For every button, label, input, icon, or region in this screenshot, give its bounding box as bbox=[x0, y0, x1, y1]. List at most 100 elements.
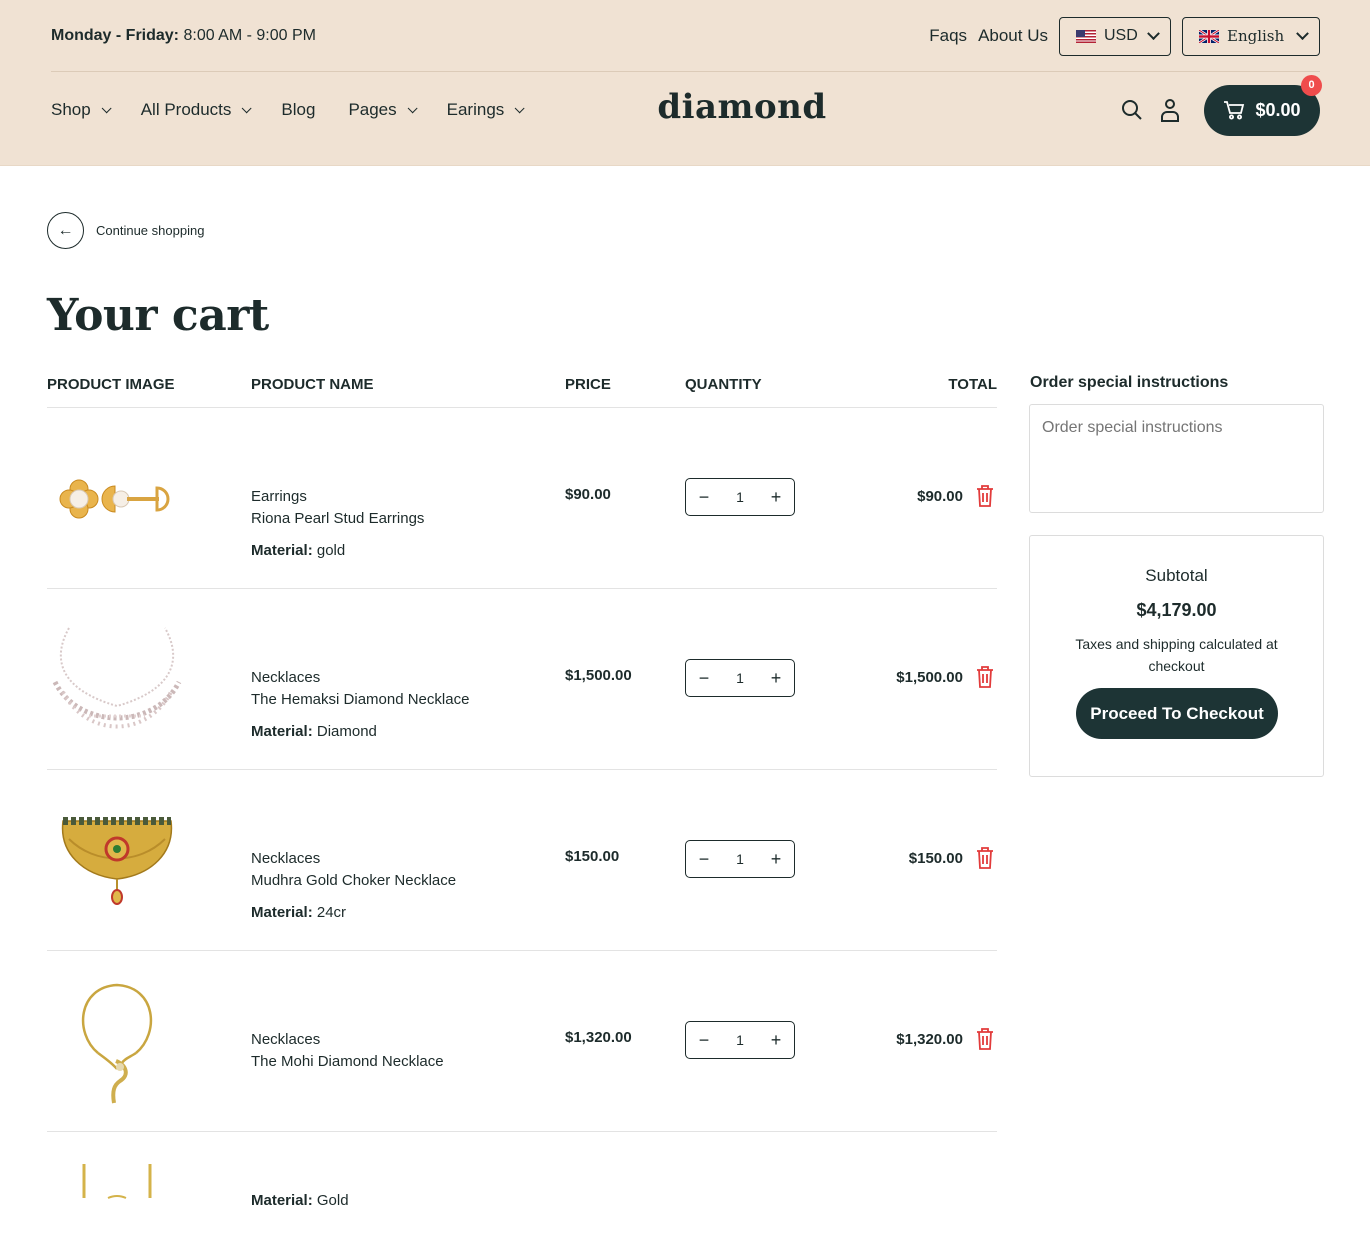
pearl-earrings-image[interactable] bbox=[47, 426, 187, 571]
product-material: Material: Diamond bbox=[251, 721, 469, 743]
tax-note: Taxes and shipping calculated at checkou… bbox=[1075, 636, 1278, 674]
column-header-name: PRODUCT NAME bbox=[251, 376, 374, 393]
product-price: $150.00 bbox=[565, 848, 620, 865]
product-info: Earrings Riona Pearl Stud Earrings Mater… bbox=[251, 486, 424, 562]
material-value: Gold bbox=[316, 1192, 349, 1209]
gold-chain-image[interactable] bbox=[47, 1162, 187, 1202]
language-selector[interactable]: English bbox=[1182, 16, 1320, 56]
quantity-value[interactable]: 1 bbox=[736, 670, 744, 686]
faqs-link[interactable]: Faqs bbox=[929, 26, 967, 46]
continue-shopping-link[interactable]: ← Continue shopping bbox=[47, 212, 204, 249]
chevron-down-icon bbox=[1147, 26, 1160, 40]
quantity-stepper: − 1 + bbox=[685, 840, 795, 878]
business-hours: Monday - Friday: 8:00 AM - 9:00 PM bbox=[51, 27, 316, 45]
cart-table-header: PRODUCT IMAGE PRODUCT NAME PRICE QUANTIT… bbox=[47, 374, 997, 408]
cart-total: $0.00 bbox=[1255, 99, 1301, 120]
site-logo[interactable]: diamond bbox=[623, 87, 861, 127]
material-label: Material: bbox=[251, 542, 313, 559]
cart-icon bbox=[1224, 101, 1245, 120]
quantity-decrease-button[interactable]: − bbox=[696, 668, 712, 689]
quantity-value[interactable]: 1 bbox=[736, 1032, 744, 1048]
top-bar-actions: Faqs About Us USD English bbox=[929, 16, 1320, 56]
trash-icon[interactable] bbox=[975, 484, 995, 508]
uk-flag-icon bbox=[1199, 29, 1219, 43]
quantity-stepper: − 1 + bbox=[685, 659, 795, 697]
quantity-increase-button[interactable]: + bbox=[768, 1030, 784, 1051]
trash-icon[interactable] bbox=[975, 665, 995, 689]
account-icon[interactable] bbox=[1158, 97, 1182, 123]
chevron-down-icon bbox=[514, 102, 525, 113]
nav-label: All Products bbox=[140, 100, 232, 119]
column-header-quantity: QUANTITY bbox=[685, 376, 762, 393]
material-value: Diamond bbox=[316, 723, 377, 740]
main-nav: Shop All Products Blog Pages Earings bbox=[51, 100, 525, 120]
quantity-decrease-button[interactable]: − bbox=[696, 1030, 712, 1051]
search-icon[interactable] bbox=[1120, 97, 1144, 123]
subtotal-value: $4,179.00 bbox=[1136, 600, 1217, 620]
quantity-value[interactable]: 1 bbox=[736, 489, 744, 505]
nav-label: Earings bbox=[446, 100, 505, 119]
hours-label: Monday - Friday: bbox=[51, 27, 180, 44]
cart-row: Necklaces The Mohi Diamond Necklace $1,3… bbox=[47, 951, 997, 1132]
product-name-link[interactable]: Mudhra Gold Choker Necklace bbox=[251, 870, 456, 892]
site-header: Monday - Friday: 8:00 AM - 9:00 PM Faqs … bbox=[0, 0, 1370, 166]
product-category: Necklaces bbox=[251, 850, 321, 867]
product-name-link[interactable]: The Hemaksi Diamond Necklace bbox=[251, 689, 469, 711]
quantity-increase-button[interactable]: + bbox=[768, 668, 784, 689]
product-category: Necklaces bbox=[251, 669, 321, 686]
gold-pendant-necklace-image[interactable] bbox=[47, 969, 187, 1114]
cart-row: Material: Gold bbox=[47, 1132, 997, 1240]
continue-shopping-label: Continue shopping bbox=[96, 223, 205, 238]
nav-item-shop[interactable]: Shop bbox=[51, 100, 112, 120]
product-info: Material: Gold bbox=[251, 1190, 349, 1212]
product-material: Material: Gold bbox=[251, 1190, 349, 1212]
quantity-increase-button[interactable]: + bbox=[768, 849, 784, 870]
product-name-link[interactable]: Riona Pearl Stud Earrings bbox=[251, 508, 424, 530]
nav-item-all-products[interactable]: All Products bbox=[140, 100, 252, 120]
product-material: Material: 24cr bbox=[251, 902, 456, 924]
product-price: $1,320.00 bbox=[565, 1029, 632, 1046]
nav-item-earings[interactable]: Earings bbox=[446, 100, 525, 120]
nav-item-blog[interactable]: Blog bbox=[281, 100, 315, 120]
cart-row: Earrings Riona Pearl Stud Earrings Mater… bbox=[47, 408, 997, 589]
nav-label: Blog bbox=[281, 100, 316, 119]
main-nav-row: Shop All Products Blog Pages Earings dia… bbox=[51, 74, 1322, 136]
gold-choker-image[interactable] bbox=[47, 788, 187, 933]
quantity-stepper: − 1 + bbox=[685, 1021, 795, 1059]
nav-label: Pages bbox=[348, 100, 397, 119]
quantity-value[interactable]: 1 bbox=[736, 851, 744, 867]
about-us-link[interactable]: About Us bbox=[978, 26, 1048, 46]
quantity-decrease-button[interactable]: − bbox=[696, 487, 712, 508]
hours-value: 8:00 AM - 9:00 PM bbox=[183, 27, 316, 44]
diamond-necklace-image[interactable] bbox=[47, 607, 187, 752]
cart-row: Necklaces The Hemaksi Diamond Necklace M… bbox=[47, 589, 997, 770]
product-material: Material: gold bbox=[251, 540, 424, 562]
product-price: $1,500.00 bbox=[565, 667, 632, 684]
product-info: Necklaces The Mohi Diamond Necklace bbox=[251, 1029, 444, 1073]
product-name-link[interactable]: The Mohi Diamond Necklace bbox=[251, 1051, 444, 1073]
quantity-decrease-button[interactable]: − bbox=[696, 849, 712, 870]
order-instructions-field[interactable] bbox=[1029, 404, 1324, 513]
material-label: Material: bbox=[251, 904, 313, 921]
line-total: $1,320.00 bbox=[896, 1031, 963, 1048]
product-price: $90.00 bbox=[565, 486, 611, 503]
line-total: $150.00 bbox=[908, 850, 963, 867]
currency-selector[interactable]: USD bbox=[1059, 16, 1171, 56]
quantity-stepper: − 1 + bbox=[685, 478, 795, 516]
chevron-down-icon bbox=[242, 102, 252, 113]
trash-icon[interactable] bbox=[975, 1027, 995, 1051]
cart-button[interactable]: $0.00 0 bbox=[1204, 74, 1322, 136]
nav-item-pages[interactable]: Pages bbox=[348, 100, 418, 120]
trash-icon[interactable] bbox=[975, 846, 995, 870]
product-category: Necklaces bbox=[251, 1031, 321, 1048]
page-title: Your cart bbox=[47, 290, 269, 341]
column-header-price: PRICE bbox=[565, 376, 611, 393]
material-label: Material: bbox=[251, 1192, 313, 1209]
material-value: gold bbox=[316, 542, 346, 559]
currency-value: USD bbox=[1104, 27, 1138, 44]
checkout-button[interactable]: Proceed To Checkout bbox=[1076, 688, 1278, 739]
us-flag-icon bbox=[1076, 29, 1096, 43]
product-category: Earrings bbox=[251, 488, 307, 505]
product-info: Necklaces Mudhra Gold Choker Necklace Ma… bbox=[251, 848, 456, 924]
quantity-increase-button[interactable]: + bbox=[768, 487, 784, 508]
